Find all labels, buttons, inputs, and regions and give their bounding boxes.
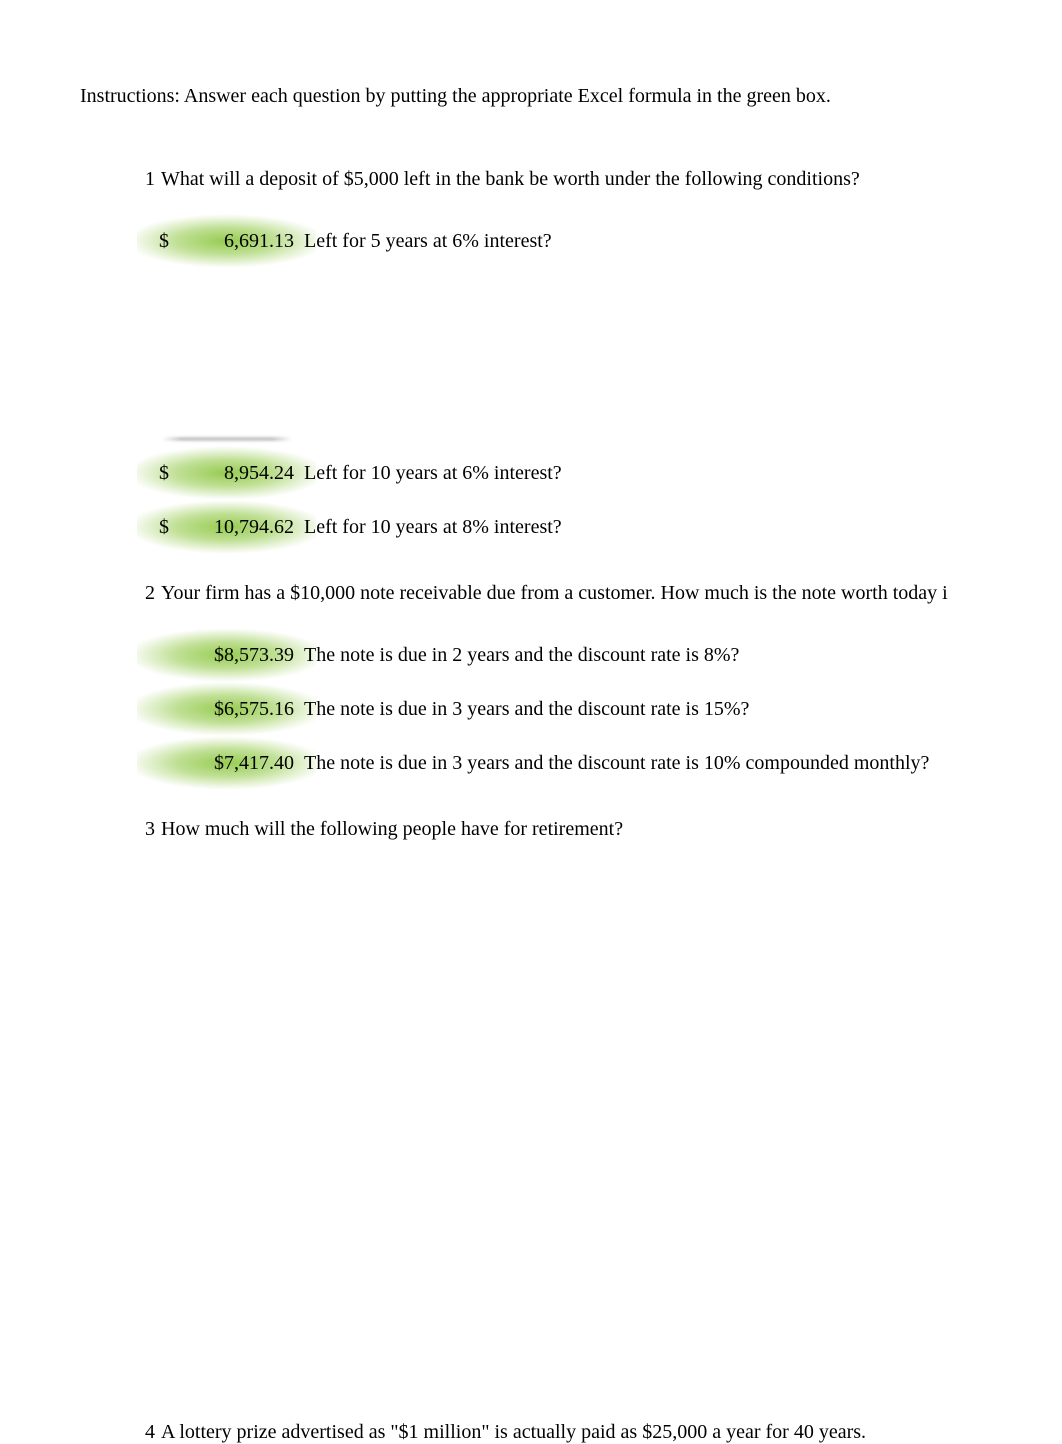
q1-answer-2: $ 8,954.24 Left for 10 years at 6% inter… — [155, 458, 1062, 488]
q2-number: 2 — [140, 582, 155, 605]
q1a1-desc: Left for 5 years at 6% interest? — [304, 230, 552, 253]
q1-number: 1 — [140, 168, 155, 191]
q2a1-desc: The note is due in 2 years and the disco… — [304, 644, 739, 667]
q2a2-desc: The note is due in 3 years and the disco… — [304, 698, 749, 721]
q4-header: 4 A lottery prize advertised as "$1 mill… — [140, 1421, 1062, 1444]
green-box-q2a1[interactable]: $8,573.39 — [155, 641, 298, 669]
question-4: 4 A lottery prize advertised as "$1 mill… — [140, 1421, 1062, 1444]
q2-text: Your firm has a $10,000 note receivable … — [161, 582, 948, 605]
question-3: 3 How much will the following people hav… — [140, 818, 1062, 841]
q3-number: 3 — [140, 818, 155, 841]
dollar-sign: $ — [159, 462, 174, 485]
q2-answer-1: $8,573.39 The note is due in 2 years and… — [155, 640, 1062, 670]
q4-number: 4 — [140, 1421, 155, 1444]
instructions-text: Instructions: Answer each question by pu… — [80, 85, 1062, 108]
amount-value: 6,691.13 — [174, 230, 294, 253]
green-box-q2a3[interactable]: $7,417.40 — [155, 749, 298, 777]
q2-answer-3: $7,417.40 The note is due in 3 years and… — [155, 748, 1062, 778]
amount-value: $8,573.39 — [159, 644, 294, 667]
question-2: 2 Your firm has a $10,000 note receivabl… — [140, 582, 1062, 778]
q2a3-desc: The note is due in 3 years and the disco… — [304, 752, 929, 775]
amount-value: $7,417.40 — [159, 752, 294, 775]
q1a2-desc: Left for 10 years at 6% interest? — [304, 462, 562, 485]
amount-value: $6,575.16 — [159, 698, 294, 721]
q3-header: 3 How much will the following people hav… — [140, 818, 1062, 841]
dollar-sign: $ — [159, 230, 174, 253]
q2-header: 2 Your firm has a $10,000 note receivabl… — [140, 582, 1062, 605]
green-box-q2a2[interactable]: $6,575.16 — [155, 695, 298, 723]
q2-answer-2: $6,575.16 The note is due in 3 years and… — [155, 694, 1062, 724]
green-box-q1a3[interactable]: $ 10,794.62 — [155, 513, 298, 541]
question-1: 1 What will a deposit of $5,000 left in … — [140, 168, 1062, 542]
green-box-q1a1[interactable]: $ 6,691.13 — [155, 227, 298, 255]
q1-text: What will a deposit of $5,000 left in th… — [161, 168, 860, 191]
q1a3-desc: Left for 10 years at 8% interest? — [304, 516, 562, 539]
q3-text: How much will the following people have … — [161, 818, 623, 841]
amount-value: 8,954.24 — [174, 462, 294, 485]
amount-value: 10,794.62 — [174, 516, 294, 539]
q1-header: 1 What will a deposit of $5,000 left in … — [140, 168, 1062, 191]
green-box-q1a2[interactable]: $ 8,954.24 — [155, 459, 298, 487]
separator-line — [162, 438, 292, 440]
q4-text: A lottery prize advertised as "$1 millio… — [161, 1421, 866, 1444]
dollar-sign: $ — [159, 516, 174, 539]
q1-answer-3: $ 10,794.62 Left for 10 years at 8% inte… — [155, 512, 1062, 542]
q1-answer-1: $ 6,691.13 Left for 5 years at 6% intere… — [155, 226, 1062, 256]
